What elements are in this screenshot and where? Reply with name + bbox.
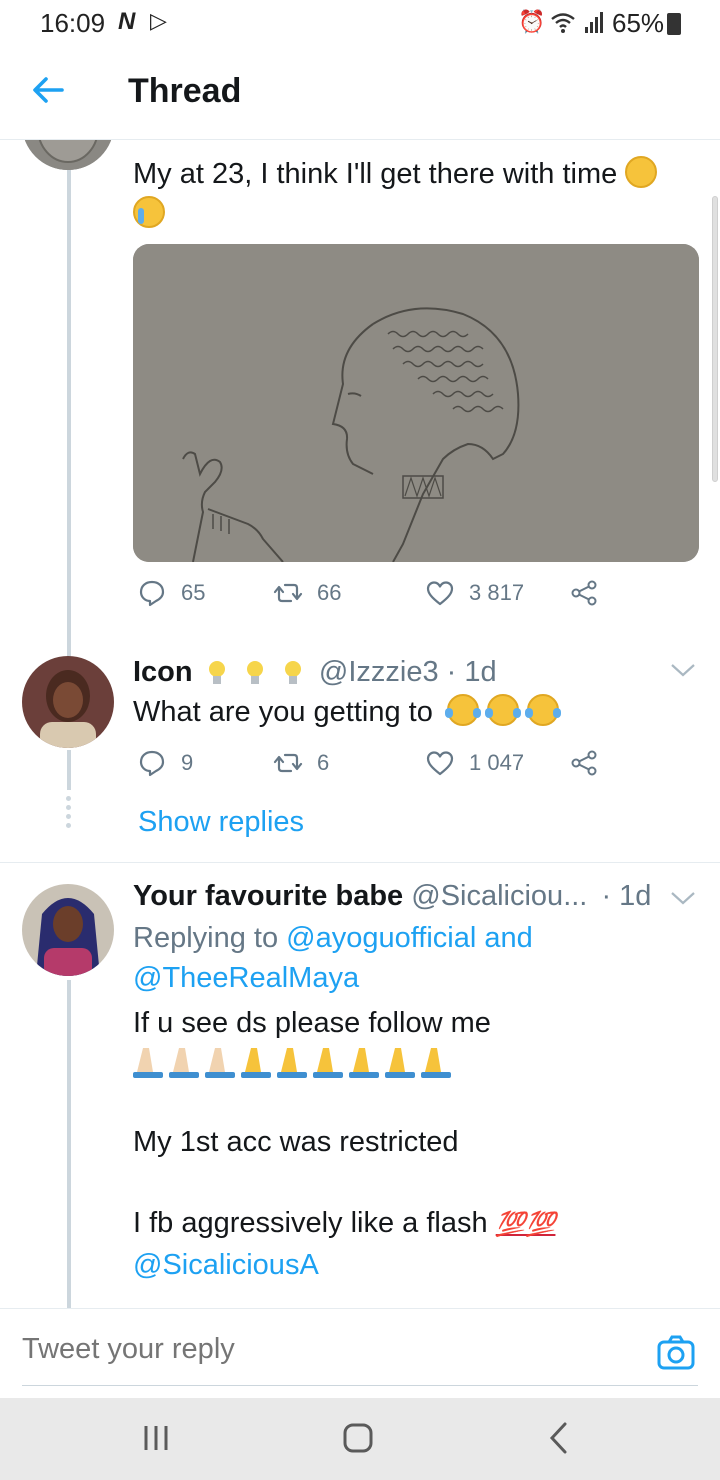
reply-count: 65 bbox=[181, 580, 206, 605]
reply-button[interactable]: 65 bbox=[137, 578, 205, 608]
thread-connector-line-2 bbox=[67, 750, 71, 790]
play-store-icon: ▷ bbox=[150, 8, 167, 33]
avatar-izzzie[interactable] bbox=[22, 656, 114, 748]
back-arrow-icon[interactable] bbox=[28, 70, 68, 110]
replying-to-label: Replying to bbox=[133, 922, 279, 954]
tweet1-image[interactable] bbox=[133, 244, 699, 562]
reply-icon bbox=[139, 580, 165, 607]
thread-connector-line-3 bbox=[67, 980, 71, 1308]
tweet1-text: My at 23, I think I'll get there with ti… bbox=[133, 154, 693, 234]
page-title-overlay: Thread bbox=[128, 72, 242, 110]
status-time: 16:09 bbox=[40, 8, 106, 38]
tweet2-body: What are you getting to bbox=[133, 696, 433, 728]
tweet2-name[interactable]: Icon bbox=[133, 656, 193, 688]
reply-input[interactable] bbox=[22, 1333, 622, 1366]
praying-hands-row bbox=[133, 1046, 493, 1082]
light-bulb-icon bbox=[245, 658, 265, 686]
status-bar: 16:09 N ▷ ⏰ 65% bbox=[0, 0, 720, 44]
mention-link[interactable]: @SicaliciousA bbox=[133, 1249, 319, 1281]
laughing-emoji-icon bbox=[625, 156, 658, 188]
reply-button[interactable]: 9 bbox=[137, 748, 193, 778]
share-button[interactable] bbox=[569, 748, 599, 778]
retweet-button[interactable]: 66 bbox=[273, 578, 341, 608]
recent-apps-icon[interactable] bbox=[136, 1418, 176, 1458]
battery-percent: 65% bbox=[612, 8, 665, 38]
thread-connector-line bbox=[67, 160, 71, 660]
replying-users-link-2[interactable]: @TheeRealMaya bbox=[133, 962, 359, 994]
retweet-count: 66 bbox=[317, 580, 342, 605]
back-nav-icon[interactable] bbox=[540, 1418, 580, 1458]
profile-photo-icon bbox=[22, 656, 114, 748]
hundred-points-icon: 💯💯 bbox=[495, 1211, 556, 1238]
light-bulb-icon bbox=[207, 658, 227, 686]
tweet3-line1: If u see ds please follow me bbox=[133, 1007, 491, 1039]
heart-icon bbox=[426, 581, 454, 606]
retweet-count: 6 bbox=[317, 750, 330, 775]
retweet-icon bbox=[273, 753, 303, 773]
tweet3-handle[interactable]: @Sicaliciou... bbox=[411, 880, 587, 912]
profile-photo-icon bbox=[22, 884, 114, 976]
thread-divider bbox=[0, 862, 720, 863]
sketch-drawing-icon bbox=[133, 244, 699, 562]
tweet2-actions: 9 6 1 047 bbox=[133, 748, 613, 788]
tweet3-line2: My 1st acc was restricted bbox=[133, 1126, 459, 1158]
tears-of-joy-emoji-icon bbox=[484, 694, 521, 726]
avatar-sicalicious[interactable] bbox=[22, 884, 114, 976]
tweet1-body: My at 23, I think I'll get there with ti… bbox=[133, 158, 618, 190]
tweet2-time: · 1d bbox=[446, 656, 497, 688]
heart-icon bbox=[426, 751, 454, 776]
tweet2-header: Icon @Izzzie3 · 1d bbox=[133, 652, 673, 692]
thread-dots bbox=[66, 796, 72, 832]
alarm-icon: ⏰ bbox=[518, 9, 546, 34]
light-bulb-icon bbox=[283, 658, 303, 686]
tweet3-line3: I fb aggressively like a flash 💯💯 @Sical… bbox=[133, 1203, 693, 1285]
tweet3-replying: Replying to @ayoguofficial and @TheeReal… bbox=[133, 918, 693, 998]
tweet3-name[interactable]: Your favourite babe bbox=[133, 880, 403, 912]
chevron-down-icon[interactable] bbox=[670, 890, 696, 906]
like-count: 1 047 bbox=[469, 750, 525, 775]
tweet3-header: Your favourite babe @Sicaliciou... · 1d bbox=[133, 876, 673, 916]
share-icon bbox=[571, 750, 597, 776]
tears-of-joy-emoji-icon bbox=[525, 694, 562, 726]
chevron-down-icon[interactable] bbox=[670, 662, 696, 678]
reply-icon bbox=[139, 750, 165, 777]
retweet-icon bbox=[273, 583, 303, 603]
tweet2-handle[interactable]: @Izzzie3 bbox=[319, 656, 439, 688]
tweet2-text: What are you getting to bbox=[133, 692, 673, 732]
tweet3-time: · 1d bbox=[601, 880, 652, 912]
android-nav-bar bbox=[0, 1398, 720, 1480]
tweet1-actions: 65 66 3 817 bbox=[133, 578, 613, 618]
header-backdrop: Thread bbox=[0, 44, 720, 140]
share-button[interactable] bbox=[569, 578, 599, 608]
network-n-icon: N bbox=[118, 8, 136, 35]
replying-users-link[interactable]: @ayoguofficial and bbox=[286, 922, 533, 954]
reply-count: 9 bbox=[181, 750, 194, 775]
camera-icon[interactable] bbox=[656, 1333, 696, 1373]
retweet-button[interactable]: 6 bbox=[273, 748, 329, 778]
like-button[interactable]: 1 047 bbox=[425, 748, 524, 778]
wifi-icon bbox=[551, 13, 575, 33]
like-count: 3 817 bbox=[469, 580, 525, 605]
praying-hands-icon bbox=[133, 1048, 451, 1078]
like-button[interactable]: 3 817 bbox=[425, 578, 524, 608]
share-icon bbox=[571, 580, 597, 606]
battery-icon bbox=[667, 13, 681, 35]
crying-emoji-icon bbox=[133, 196, 165, 228]
home-icon[interactable] bbox=[338, 1418, 378, 1458]
tears-of-joy-emoji-icon bbox=[444, 694, 481, 726]
show-replies-link[interactable]: Show replies bbox=[138, 802, 304, 842]
reply-composer bbox=[0, 1308, 720, 1398]
reply-underline bbox=[22, 1385, 698, 1386]
signal-icon bbox=[585, 12, 603, 33]
scrollbar-thumb[interactable] bbox=[712, 196, 718, 482]
tweet3-line3-text: I fb aggressively like a flash bbox=[133, 1207, 488, 1239]
